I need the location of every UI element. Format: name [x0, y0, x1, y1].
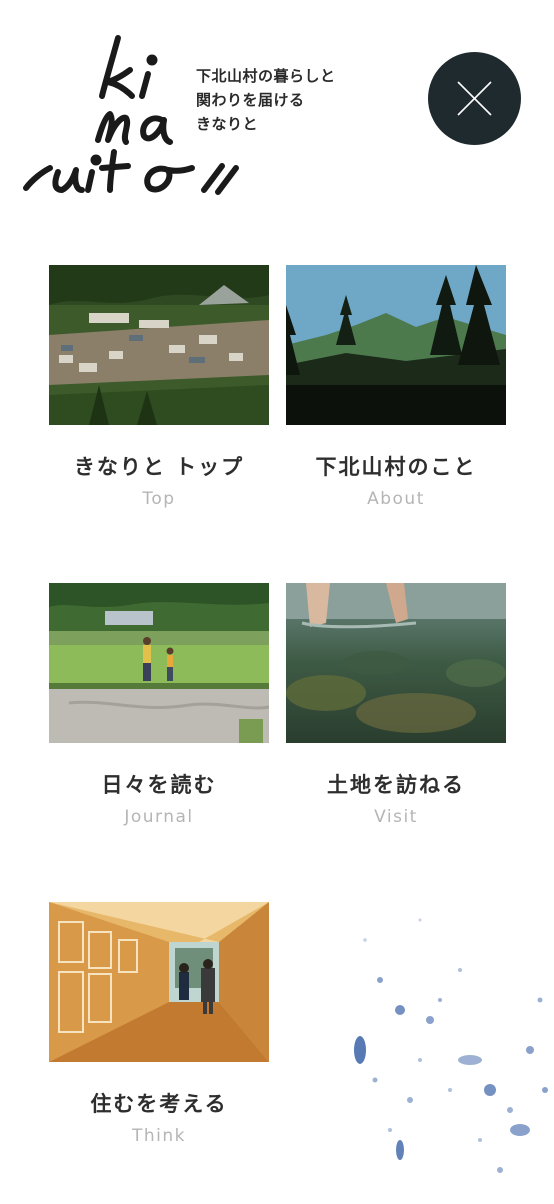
menu-sublabel-top: Top: [142, 489, 176, 509]
menu-item-think[interactable]: 住むを考える Think: [49, 902, 269, 1146]
mountain-photo: [286, 265, 506, 425]
menu-sublabel-journal: Journal: [124, 807, 194, 827]
menu-label-top: きなりと トップ: [73, 455, 245, 479]
menu-label-think: 住むを考える: [90, 1092, 228, 1116]
menu-label-about: 下北山村のこと: [315, 455, 477, 479]
village-photo: [49, 265, 269, 425]
river-photo: [286, 583, 506, 743]
menu-sublabel-about: About: [367, 489, 425, 509]
menu-label-journal: 日々を読む: [101, 773, 217, 797]
hallway-photo: [49, 902, 269, 1062]
tagline-line-2: 関わりを届ける: [196, 91, 305, 109]
tagline-line-3: きなりと: [196, 115, 259, 133]
menu-item-top[interactable]: きなりと トップ Top: [49, 265, 269, 509]
menu-item-about[interactable]: 下北山村のこと About: [286, 265, 506, 509]
menu-sublabel-think: Think: [131, 1126, 186, 1146]
menu-label-visit: 土地を訪ねる: [327, 773, 465, 797]
tagline-line-1: 下北山村の暮らしと: [196, 67, 336, 85]
menu-sublabel-visit: Visit: [374, 807, 418, 827]
menu-item-visit[interactable]: 土地を訪ねる Visit: [286, 583, 506, 827]
field-photo: [49, 583, 269, 743]
close-icon: [457, 81, 492, 116]
ink-splash-decoration: [320, 860, 554, 1200]
close-menu-button[interactable]: [428, 52, 521, 145]
menu-item-journal[interactable]: 日々を読む Journal: [49, 583, 269, 827]
site-tagline: 下北山村の暮らしと 関わりを届ける きなりと: [196, 64, 336, 136]
